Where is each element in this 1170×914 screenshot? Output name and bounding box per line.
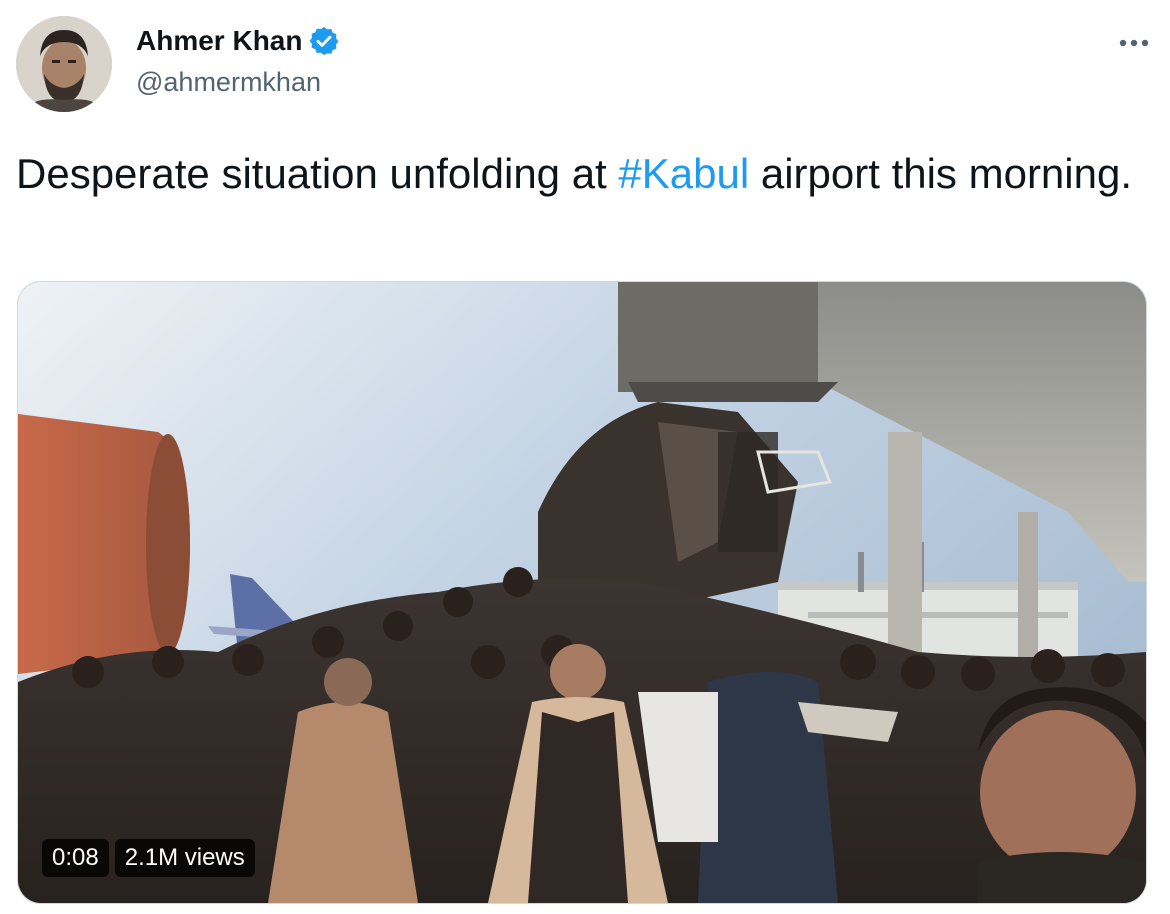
more-horizontal-icon [1119,39,1149,47]
avatar-image [16,16,112,112]
tweet-text-end: airport this morning. [749,150,1133,197]
author-name[interactable]: Ahmer Khan [136,24,340,58]
tweet-text: Desperate situation unfolding at #Kabul … [16,146,1136,202]
more-options-button[interactable] [1114,28,1154,58]
hashtag-link[interactable]: #Kabul [618,150,749,197]
video-thumbnail [18,282,1146,903]
video-duration-badge: 0:08 [42,839,109,877]
avatar[interactable] [16,16,112,112]
author-handle[interactable]: @ahmermkhan [136,66,321,98]
verified-badge-icon [308,25,340,57]
video-views-badge: 2.1M views [114,839,255,877]
author-name-text[interactable]: Ahmer Khan [136,24,302,58]
video-player[interactable]: 0:08 2.1M views [17,281,1147,904]
tweet-text-start: Desperate situation unfolding at [16,150,619,197]
video-badges: 0:08 2.1M views [42,839,255,877]
